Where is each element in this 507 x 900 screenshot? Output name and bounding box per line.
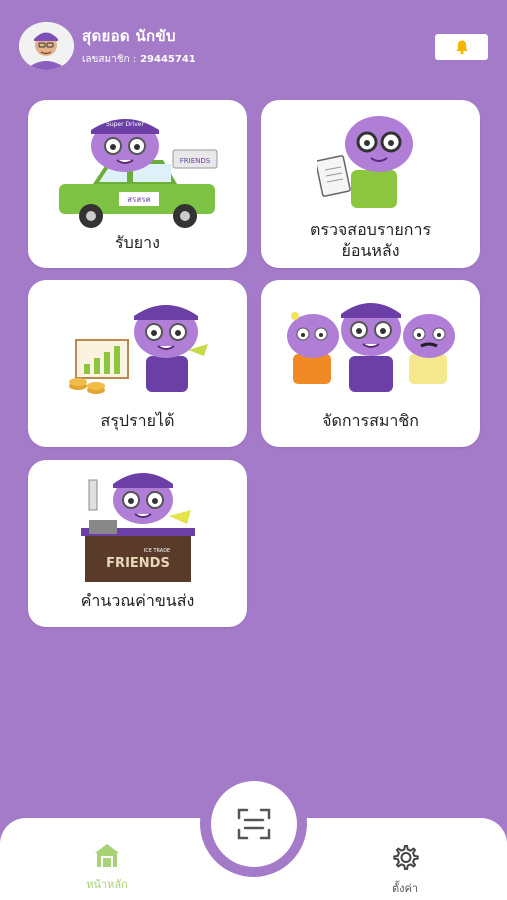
card-label: คำนวณค่าขนส่ง [80,591,195,610]
card-label-line-2: ย้อนหลัง [341,241,400,260]
history-card[interactable]: ตรวจสอบรายการ ย้อนหลัง [261,100,480,268]
clipboard-mascot-illustration [317,116,413,208]
bell-icon [456,40,467,55]
svg-text:สรสรค: สรสรค [127,195,151,204]
svg-text:FRIENDS: FRIENDS [180,157,211,165]
member-number: เลขสมาชิก :29445741 [82,52,196,67]
scan-button[interactable] [200,770,307,877]
notification-button[interactable] [435,34,488,60]
member-number-value: 29445741 [140,54,196,65]
nav-home[interactable]: หน้าหลัก [62,842,152,893]
nav-settings-label: ตั้งค่า [391,882,419,895]
svg-text:ICE TRADE: ICE TRADE [144,548,170,554]
scan-button-inner [210,780,297,867]
nav-home-label: หน้าหลัก [86,878,128,891]
user-avatar[interactable] [19,22,74,70]
card-label: จัดการสมาชิก [322,411,419,430]
nav-settings[interactable]: ตั้งค่า [360,842,450,897]
truck-mascot-illustration: สรสรค FRIENDS Super Driver [59,119,218,228]
income-mascot-illustration [69,305,208,394]
avatar-photo-icon [19,22,74,70]
shipping-cost-card[interactable]: ICE TRADE FRIENDS คำนวณค่าขนส่ง [28,460,247,627]
home-icon [95,844,119,867]
svg-text:FRIENDS: FRIENDS [106,556,170,571]
card-label-line-1: ตรวจสอบรายการ [309,220,432,239]
manage-members-card[interactable]: จัดการสมาชิก [261,280,480,447]
gear-icon [393,845,419,870]
scan-icon [237,808,270,839]
members-mascot-illustration [287,303,455,392]
user-name: สุดยอด นักขับ [82,27,176,45]
member-number-label: เลขสมาชิก : [82,54,137,65]
card-label: รับยาง [115,233,160,252]
svg-text:Super Driver: Super Driver [106,121,144,128]
receive-rubber-card[interactable]: สรสรค FRIENDS Super Driver รับยาง [28,100,247,268]
income-summary-card[interactable]: สรุปรายได้ [28,280,247,447]
card-label: สรุปรายได้ [100,411,175,430]
shop-mascot-illustration: ICE TRADE FRIENDS [81,473,195,582]
app-header: สุดยอด นักขับ เลขสมาชิก :29445741 [0,0,507,90]
